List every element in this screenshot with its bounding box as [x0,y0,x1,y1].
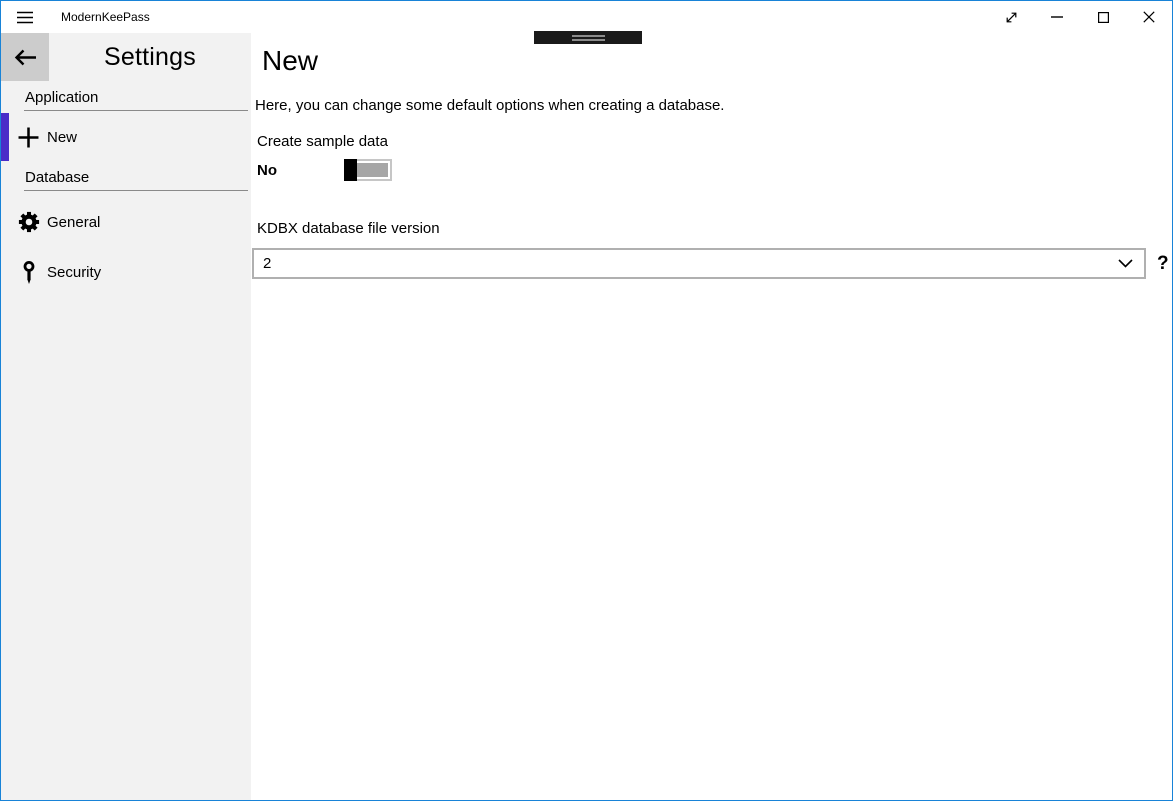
section-divider [24,190,248,191]
combobox-value: 2 [263,255,271,272]
section-divider [24,110,248,111]
sample-data-toggle[interactable] [344,159,392,181]
close-button[interactable] [1126,1,1172,33]
settings-sidebar: Settings Application New Database [1,33,251,800]
sample-data-label: Create sample data [257,132,1172,152]
maximize-button[interactable] [1080,1,1126,33]
grip-handle[interactable] [534,31,642,44]
window-controls [988,1,1172,33]
help-button[interactable]: ? [1157,248,1169,279]
hamburger-menu-button[interactable] [1,1,49,33]
back-arrow-icon [14,49,37,66]
panel-description: Here, you can change some default option… [255,96,1172,116]
plus-icon [17,127,40,148]
app-window: ModernKeePass [0,0,1173,801]
app-title: ModernKeePass [61,10,150,24]
grip-handle-icon [572,35,605,37]
panel-heading: New [262,44,1172,78]
sidebar-item-label: General [47,214,100,231]
sidebar-item-label: Security [47,264,101,281]
kdbx-version-combobox[interactable]: 2 [252,248,1146,279]
maximize-icon [1098,12,1109,23]
page-title: Settings [49,33,251,81]
sidebar-item-label: New [47,129,77,146]
minimize-icon [1051,16,1063,18]
minimize-button[interactable] [1034,1,1080,33]
fullscreen-button[interactable] [988,1,1034,33]
kdbx-version-row: 2 ? [252,248,1172,279]
section-label-database: Database [25,169,251,186]
section-label-application: Application [25,89,251,106]
key-icon [17,261,40,284]
sidebar-item-general[interactable]: General [1,198,251,246]
toggle-knob [344,159,357,181]
titlebar: ModernKeePass [1,1,1172,33]
selected-accent-bar [1,113,9,161]
sidebar-item-security[interactable]: Security [1,248,251,296]
back-button[interactable] [1,33,49,81]
kdbx-version-label: KDBX database file version [257,219,1172,239]
chevron-down-icon [1118,259,1133,268]
fullscreen-icon [1004,10,1019,25]
toggle-state-label: No [257,162,344,179]
settings-new-panel: New Here, you can change some default op… [251,33,1172,800]
grip-handle-icon [572,39,605,41]
close-icon [1143,11,1155,23]
hamburger-icon [17,11,33,24]
sample-data-toggle-row: No [257,159,1172,181]
gear-icon [17,211,40,233]
sidebar-item-new[interactable]: New [1,113,251,161]
sidebar-header: Settings [1,33,251,81]
